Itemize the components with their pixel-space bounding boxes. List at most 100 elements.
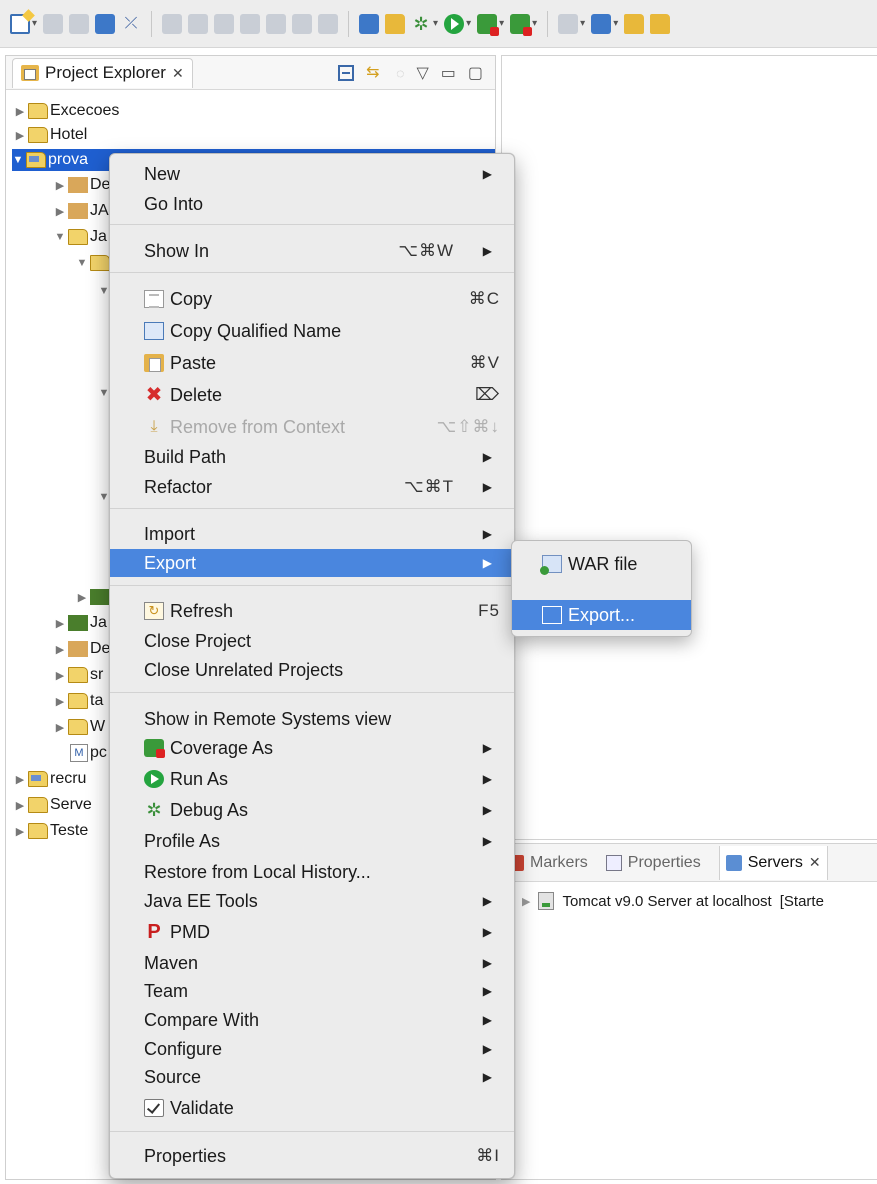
new-class-dropdown-icon[interactable]: ▾ <box>613 18 618 29</box>
tree-item[interactable]: ▶ Serve <box>14 794 92 816</box>
close-icon[interactable]: ✕ <box>809 854 821 871</box>
menu-item-debug-as[interactable]: ✲ Debug As ▶ <box>110 796 514 824</box>
menu-item-pmd[interactable]: P PMD ▶ <box>110 918 514 946</box>
menu-item-close-unrelated-projects[interactable]: Close Unrelated Projects <box>110 656 514 684</box>
run-icon[interactable] <box>444 13 465 34</box>
expand-icon[interactable]: ▶ <box>54 669 66 682</box>
menu-item-copy[interactable]: Copy ⌘C <box>110 285 514 313</box>
expand-icon[interactable]: ▶ <box>54 617 66 630</box>
focus-icon[interactable]: ◌ <box>396 65 404 81</box>
menu-item-compare-with[interactable]: Compare With ▶ <box>110 1006 514 1034</box>
menu-item-maven[interactable]: Maven ▶ <box>110 949 514 977</box>
run-dropdown-icon[interactable]: ▾ <box>466 18 471 29</box>
new-java-project-icon[interactable] <box>558 13 579 34</box>
tree-item[interactable]: ▶ Hotel <box>14 124 87 146</box>
tree-item[interactable]: ▼ <box>76 252 112 274</box>
tree-item[interactable]: ▶ De <box>54 638 110 660</box>
menu-item-paste[interactable]: Paste ⌘V <box>110 349 514 377</box>
submenu-item-export[interactable]: Export... <box>512 600 691 630</box>
minimize-icon[interactable]: ▭ <box>441 63 456 83</box>
tree-item[interactable]: ▶ ta <box>54 690 103 712</box>
tab-properties[interactable]: Properties <box>605 854 701 872</box>
tab-project-explorer[interactable]: Project Explorer ✕ <box>12 57 193 88</box>
debug-icon[interactable]: ✲ <box>411 14 431 34</box>
menu-item-export[interactable]: Export ▶ <box>110 549 514 577</box>
new-class-icon[interactable] <box>591 13 612 34</box>
expand-icon[interactable]: ▶ <box>54 179 66 192</box>
expand-icon[interactable]: ▶ <box>76 591 88 604</box>
menu-item-remove-from-context[interactable]: ⤓ Remove from Context ⌥⇧⌘↓ <box>110 413 514 441</box>
tree-item[interactable]: M pc <box>68 742 107 764</box>
menu-item-team[interactable]: Team ▶ <box>110 977 514 1005</box>
menu-item-profile-as[interactable]: Profile As ▶ <box>110 827 514 855</box>
expand-icon[interactable]: ▶ <box>522 895 530 908</box>
server-icon[interactable] <box>359 13 380 34</box>
new-dropdown-icon[interactable]: ▾ <box>32 18 37 29</box>
terminate-icon[interactable] <box>214 13 235 34</box>
disconnect-icon[interactable] <box>240 13 261 34</box>
expand-icon[interactable]: ▶ <box>14 799 26 812</box>
menu-item-show-in[interactable]: Show In ⌥⌘W ▶ <box>110 237 514 265</box>
expand-icon[interactable]: ▶ <box>54 721 66 734</box>
menu-item-validate[interactable]: Validate <box>110 1094 514 1122</box>
expand-icon[interactable]: ▶ <box>54 643 66 656</box>
coverage-dropdown-icon[interactable]: ▾ <box>499 18 504 29</box>
menu-item-configure[interactable]: Configure ▶ <box>110 1035 514 1063</box>
menu-item-new[interactable]: New ▶ <box>110 160 514 188</box>
tree-item[interactable]: ▶ W <box>54 716 105 738</box>
build-icon[interactable] <box>385 13 406 34</box>
step-into-icon[interactable] <box>266 13 287 34</box>
save-all-icon[interactable] <box>69 13 90 34</box>
collapse-icon[interactable]: ▼ <box>54 231 66 243</box>
open-folder-icon[interactable] <box>650 13 671 34</box>
save-icon[interactable] <box>43 13 64 34</box>
tree-item[interactable]: ▶ Excecoes <box>14 100 119 122</box>
tab-markers[interactable]: Markers <box>508 854 588 872</box>
tree-item[interactable]: ▶ <box>76 586 112 608</box>
tree-item[interactable]: ▶ De <box>54 174 110 196</box>
checkbox-icon[interactable] <box>144 1099 164 1117</box>
menu-item-source[interactable]: Source ▶ <box>110 1063 514 1091</box>
tab-servers[interactable]: Servers ✕ <box>718 845 828 880</box>
menu-item-delete[interactable]: ✖ Delete ⌦ <box>110 381 514 409</box>
link-with-editor-icon[interactable]: ⇆ <box>366 64 384 82</box>
tree-item[interactable]: ▼ Ja <box>54 226 107 248</box>
suspend-icon[interactable] <box>188 13 209 34</box>
expand-icon[interactable]: ▶ <box>14 105 26 118</box>
menu-item-restore-from-local-history[interactable]: Restore from Local History... <box>110 858 514 886</box>
server-row[interactable]: ▶ Tomcat v9.0 Server at localhost [Start… <box>502 882 877 910</box>
menu-item-properties[interactable]: Properties ⌘I <box>110 1142 514 1170</box>
step-return-icon[interactable] <box>318 13 339 34</box>
maximize-icon[interactable]: ▢ <box>468 63 483 83</box>
view-menu-icon[interactable]: ▽ <box>416 63 428 83</box>
debug-dropdown-icon[interactable]: ▾ <box>433 18 438 29</box>
expand-icon[interactable]: ▶ <box>14 773 26 786</box>
close-icon[interactable]: ✕ <box>172 65 184 82</box>
collapse-all-icon[interactable] <box>338 64 355 81</box>
tree-item[interactable]: ▶ sr <box>54 664 103 686</box>
menu-item-refresh[interactable]: ↻ Refresh F5 <box>110 597 514 625</box>
menu-item-coverage-as[interactable]: Coverage As ▶ <box>110 734 514 762</box>
new-icon[interactable] <box>10 13 30 34</box>
coverage-icon[interactable] <box>477 13 500 36</box>
expand-icon[interactable]: ▶ <box>14 825 26 838</box>
tree-item[interactable]: ▶ JA <box>54 200 109 222</box>
menu-item-import[interactable]: Import ▶ <box>110 520 514 548</box>
menu-item-build-path[interactable]: Build Path ▶ <box>110 443 514 471</box>
step-over-icon[interactable] <box>292 13 313 34</box>
submenu-item-war-file[interactable]: WAR file <box>512 549 691 579</box>
open-console-icon[interactable] <box>95 13 116 34</box>
collapse-icon[interactable]: ▼ <box>76 257 88 269</box>
menu-item-run-as[interactable]: Run As ▶ <box>110 765 514 793</box>
tree-item[interactable]: ▶ recru <box>14 768 86 790</box>
menu-item-close-project[interactable]: Close Project <box>110 627 514 655</box>
menu-item-copy-qualified-name[interactable]: Copy Qualified Name <box>110 317 514 345</box>
menu-item-refactor[interactable]: Refactor ⌥⌘T ▶ <box>110 473 514 501</box>
menu-item-java-ee-tools[interactable]: Java EE Tools ▶ <box>110 887 514 915</box>
tree-item[interactable]: ▶ Teste <box>14 820 88 842</box>
external-tools-dropdown-icon[interactable]: ▾ <box>532 18 537 29</box>
resume-icon[interactable] <box>162 13 183 34</box>
menu-item-show-in-remote-systems-view[interactable]: Show in Remote Systems view <box>110 705 514 733</box>
expand-icon[interactable]: ▶ <box>14 129 26 142</box>
tree-item[interactable]: ▶ Ja <box>54 612 107 634</box>
